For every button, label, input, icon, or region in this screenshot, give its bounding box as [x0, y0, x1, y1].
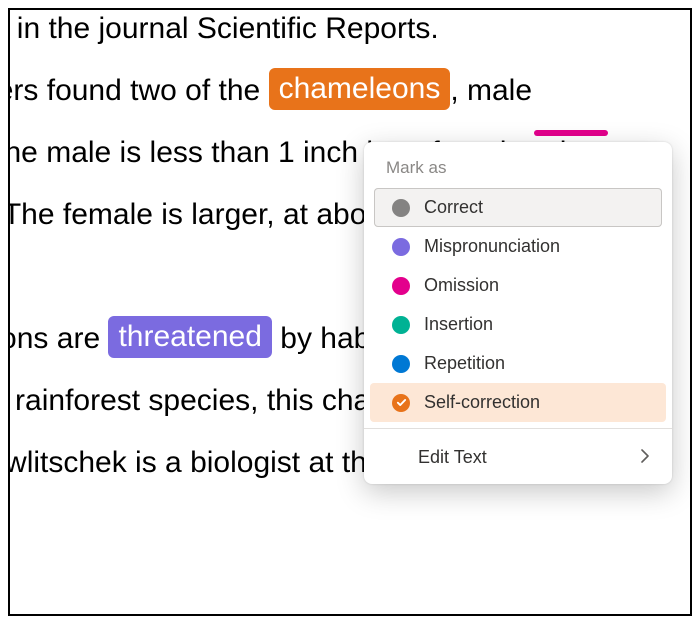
menu-item-label: Repetition	[424, 353, 505, 374]
check-icon	[392, 394, 410, 412]
mark-as-menu: Mark as Correct Mispronunciation Omissio…	[364, 142, 672, 484]
menu-item-correct[interactable]: Correct	[374, 188, 662, 227]
text-fragment: Chameleons are	[8, 322, 108, 355]
menu-item-label: Self-correction	[424, 392, 540, 413]
highlighted-word-chameleons[interactable]: chameleons	[269, 68, 451, 110]
callout-connector	[534, 130, 608, 136]
dot-icon	[392, 277, 410, 295]
chevron-right-icon	[640, 447, 650, 468]
reading-passage-frame: published in the journal Scientific Repo…	[8, 8, 692, 616]
text-fragment: researchers found two of the	[8, 74, 269, 107]
menu-item-edit-text[interactable]: Edit Text	[364, 435, 672, 480]
menu-item-label: Correct	[424, 197, 483, 218]
dot-icon	[392, 355, 410, 373]
menu-header: Mark as	[364, 152, 672, 188]
highlighted-word-threatened[interactable]: threatened	[108, 316, 271, 358]
text-fragment: , male	[450, 74, 532, 107]
menu-item-label: Omission	[424, 275, 499, 296]
edit-text-label: Edit Text	[418, 447, 487, 468]
text-fragment: published in the journal Scientific Repo…	[8, 12, 439, 45]
menu-item-omission[interactable]: Omission	[370, 266, 666, 305]
menu-item-self-correction[interactable]: Self-correction	[370, 383, 666, 422]
dot-icon	[392, 199, 410, 217]
menu-item-insertion[interactable]: Insertion	[370, 305, 666, 344]
menu-item-label: Mispronunciation	[424, 236, 560, 257]
menu-divider	[364, 428, 672, 429]
dot-icon	[392, 316, 410, 334]
menu-item-label: Insertion	[424, 314, 493, 335]
menu-item-mispronunciation[interactable]: Mispronunciation	[370, 227, 666, 266]
dot-icon	[392, 238, 410, 256]
menu-item-repetition[interactable]: Repetition	[370, 344, 666, 383]
